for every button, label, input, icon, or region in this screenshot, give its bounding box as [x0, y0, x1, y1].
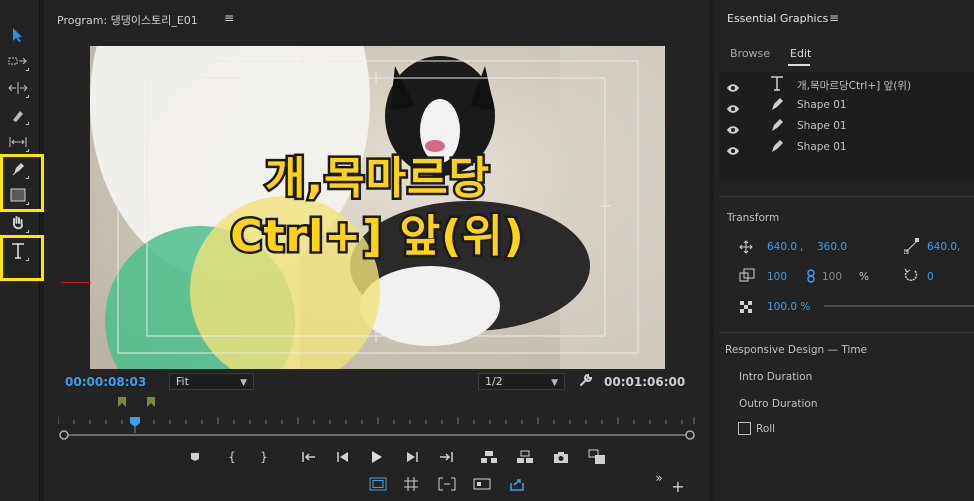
add-marker-icon[interactable] [184, 446, 206, 468]
title-line-2: Ctrl+] 앞(위) [228, 208, 527, 264]
monitor-options-row: » + [44, 471, 709, 499]
go-to-in-icon[interactable] [298, 446, 320, 468]
panel-menu-icon[interactable]: ≡ [224, 11, 234, 25]
text-tool-icon [769, 75, 785, 95]
track-select-tool-icon[interactable] [5, 50, 31, 72]
lift-icon[interactable] [478, 446, 500, 468]
wrench-settings-icon[interactable] [578, 372, 594, 392]
safe-margins-icon[interactable] [367, 473, 389, 495]
add-button-icon[interactable]: + [667, 475, 689, 497]
transport-controls: { } [44, 446, 709, 472]
rotation-value[interactable]: 0 [927, 271, 934, 283]
scale-unit: % [859, 271, 869, 283]
position-separator: , [800, 241, 804, 253]
export-share-icon[interactable] [506, 473, 528, 495]
highlight-pen-rectangle [0, 154, 44, 212]
extract-icon[interactable] [514, 446, 536, 468]
resolution-value: 1/2 [485, 375, 503, 388]
zoom-level-value: Fit [176, 375, 189, 388]
timeline-red-marker [61, 282, 91, 283]
divider [719, 332, 974, 333]
step-forward-icon[interactable] [401, 446, 423, 468]
layer-name: Shape 01 [797, 99, 847, 111]
rotation-icon [904, 267, 918, 286]
tools-panel [0, 0, 44, 501]
pen-icon [769, 96, 785, 116]
hand-tool-icon[interactable] [5, 212, 31, 234]
essential-graphics-panel: Essential Graphics ≡ Browse Edit 개,목마르당C… [714, 0, 974, 501]
layer-name: 개,목마르당Ctrl+] 앞(위) [797, 80, 912, 92]
chevron-down-icon: ▼ [240, 378, 247, 388]
layer-item[interactable]: Shape 01 [719, 137, 974, 158]
chevron-down-icon: ▼ [551, 378, 558, 388]
active-tab-indicator [788, 64, 810, 66]
layer-item[interactable]: Shape 01 [719, 116, 974, 137]
title-line-1: 개,목마르당 [262, 150, 491, 206]
comparison-view-icon[interactable] [586, 446, 608, 468]
toggle-proxies-icon[interactable] [436, 473, 458, 495]
current-timecode[interactable]: 00:00:08:03 [65, 375, 146, 389]
panel-menu-icon[interactable]: ≡ [829, 11, 839, 25]
tab-edit[interactable]: Edit [790, 47, 811, 60]
play-icon[interactable] [366, 446, 388, 468]
selection-tool-icon[interactable] [5, 24, 31, 46]
mark-out-icon[interactable]: } [253, 446, 275, 468]
layer-item[interactable]: Shape 01 [719, 95, 974, 116]
divider [719, 196, 974, 197]
vr-video-icon[interactable] [471, 473, 493, 495]
program-video-frame[interactable]: 개,목마르당 Ctrl+] 앞(위) [90, 46, 665, 369]
essential-graphics-title: Essential Graphics [727, 12, 829, 25]
highlight-type-tool [0, 235, 44, 281]
link-icon[interactable] [806, 268, 816, 287]
title-text-overlay[interactable]: 개,목마르당 Ctrl+] 앞(위) [90, 46, 665, 369]
anchor-x-value[interactable]: 640.0 [927, 241, 957, 253]
anchor-point-icon [903, 238, 920, 258]
tab-browse[interactable]: Browse [730, 47, 770, 60]
roll-checkbox[interactable] [738, 422, 751, 435]
scale-icon [739, 267, 755, 286]
go-to-out-icon[interactable] [435, 446, 457, 468]
scale-value[interactable]: 100 [767, 271, 787, 283]
program-timeline-ruler[interactable] [57, 393, 698, 443]
scale-linked-value: 100 [822, 271, 843, 283]
position-icon [739, 239, 753, 258]
transform-section-title: Transform [727, 212, 780, 224]
mark-in-icon[interactable]: { [221, 446, 243, 468]
opacity-slider[interactable] [824, 305, 974, 307]
step-back-icon[interactable] [332, 446, 354, 468]
layers-list: 개,목마르당Ctrl+] 앞(위) Shape 01 Shape 01 Shap… [719, 72, 974, 180]
position-y-value[interactable]: 360.0 [817, 241, 847, 253]
layer-name: Shape 01 [797, 141, 847, 153]
outro-duration-label: Outro Duration [739, 398, 818, 410]
anchor-separator: , [957, 241, 961, 253]
program-monitor-panel: Program: 댕댕이스토리_E01 ≡ 개,목마르당 Ctrl+] 앞(위)… [44, 0, 709, 501]
intro-duration-label: Intro Duration [739, 371, 813, 383]
program-title: Program: 댕댕이스토리_E01 [57, 14, 198, 27]
grid-icon[interactable] [400, 473, 422, 495]
pen-icon [769, 138, 785, 158]
slip-tool-icon[interactable] [5, 131, 31, 153]
roll-label: Roll [756, 423, 776, 435]
position-x-value[interactable]: 640.0 [767, 241, 797, 253]
duration-timecode: 00:01:06:00 [604, 375, 686, 389]
zoom-level-select[interactable]: Fit ▼ [169, 373, 254, 390]
premiere-workspace: Program: 댕댕이스토리_E01 ≡ 개,목마르당 Ctrl+] 앞(위)… [0, 0, 974, 501]
playback-resolution-select[interactable]: 1/2 ▼ [478, 373, 565, 390]
layer-name: Shape 01 [797, 120, 847, 132]
razor-tool-icon[interactable] [5, 104, 31, 126]
export-frame-camera-icon[interactable] [550, 446, 572, 468]
responsive-design-title: Responsive Design — Time [725, 344, 868, 356]
eye-icon[interactable] [726, 141, 740, 160]
opacity-icon [740, 298, 752, 317]
layer-item[interactable]: 개,목마르당Ctrl+] 앞(위) [719, 74, 974, 95]
opacity-value[interactable]: 100.0 % [767, 301, 810, 313]
pen-icon [769, 117, 785, 137]
ripple-edit-tool-icon[interactable] [5, 77, 31, 99]
